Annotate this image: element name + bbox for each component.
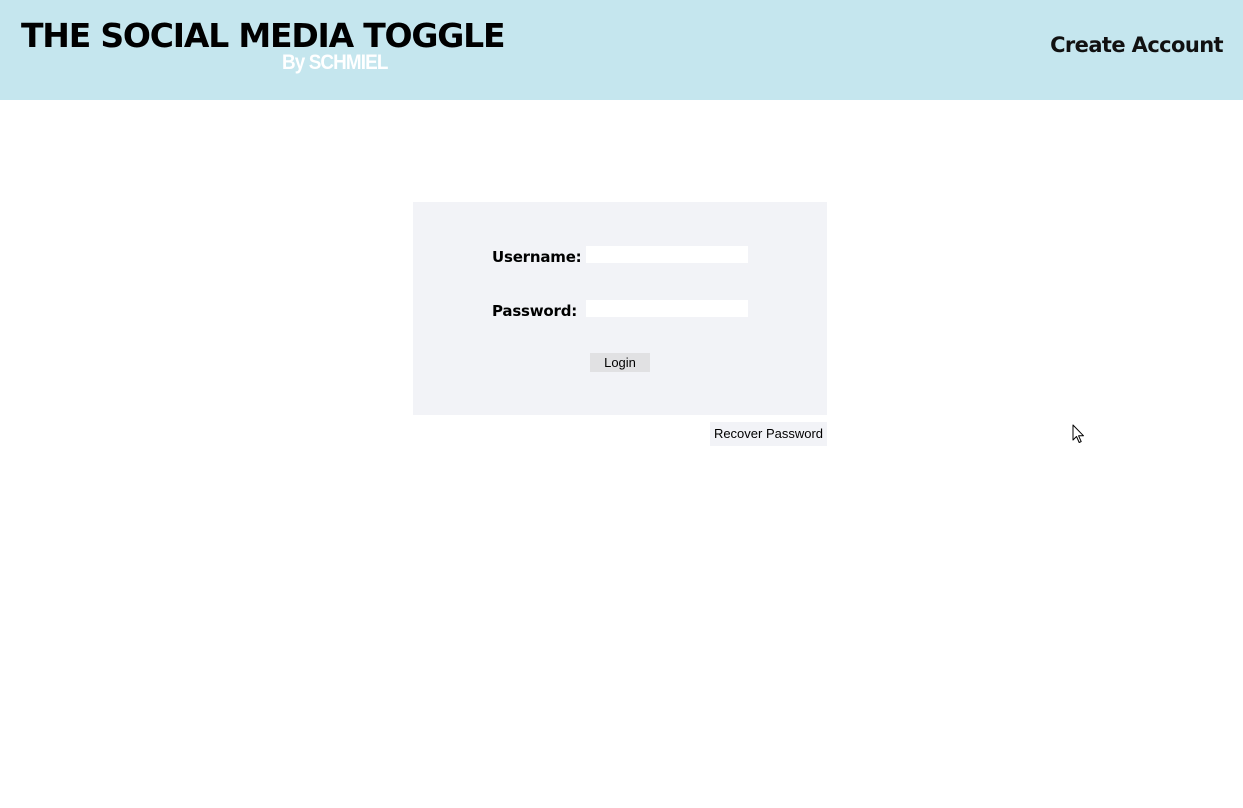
- recover-password-button[interactable]: Recover Password: [710, 422, 827, 446]
- login-panel: Username: Password: Login: [413, 202, 827, 415]
- username-label: Username:: [492, 248, 582, 266]
- create-account-link[interactable]: Create Account: [1050, 30, 1223, 60]
- username-input[interactable]: [586, 246, 748, 263]
- site-byline: By SCHMIEL: [282, 51, 388, 74]
- login-button[interactable]: Login: [590, 353, 650, 372]
- password-label: Password:: [492, 302, 578, 320]
- arrow-pointer-icon: [1072, 424, 1084, 443]
- password-input[interactable]: [586, 300, 748, 317]
- site-header: THE SOCIAL MEDIA TOGGLE By SCHMIEL Creat…: [0, 0, 1243, 100]
- site-title: THE SOCIAL MEDIA TOGGLE: [21, 16, 506, 55]
